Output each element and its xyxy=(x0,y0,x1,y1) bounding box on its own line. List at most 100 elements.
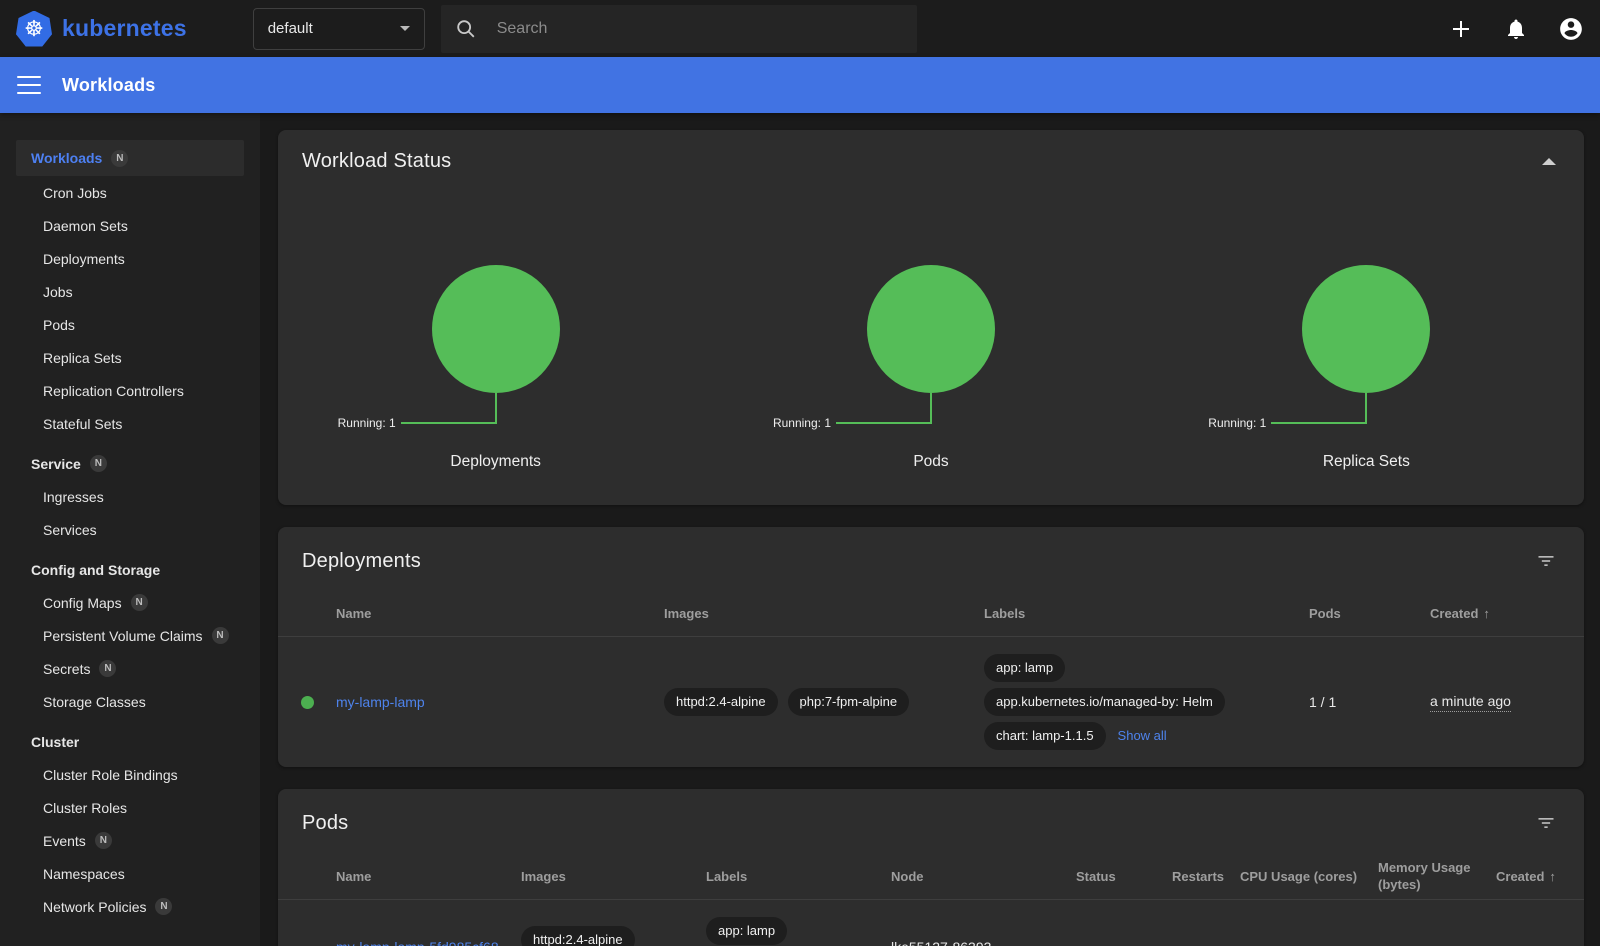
column-header-memory-usage[interactable]: Memory Usage (bytes) xyxy=(1378,853,1496,899)
column-header-labels[interactable]: Labels xyxy=(984,599,1309,628)
pie-running-slice[interactable] xyxy=(867,265,995,393)
filter-button[interactable] xyxy=(1532,809,1560,837)
pods-status-chart: Running: 1 Pods xyxy=(713,265,1148,471)
card-title: Workload Status xyxy=(302,150,451,173)
sidebar-item-replica-sets[interactable]: Replica Sets xyxy=(16,341,244,374)
notifications-button[interactable] xyxy=(1503,16,1529,42)
sidebar-item-cluster[interactable]: Cluster xyxy=(16,725,244,758)
plus-icon xyxy=(1449,17,1473,41)
sidebar-item-stateful-sets[interactable]: Stateful Sets xyxy=(16,407,244,440)
column-header-status[interactable]: Status xyxy=(1076,862,1172,891)
column-header-images[interactable]: Images xyxy=(664,599,984,628)
sidebar-item-cluster-roles[interactable]: Cluster Roles xyxy=(16,791,244,824)
sidebar-item-daemon-sets[interactable]: Daemon Sets xyxy=(16,209,244,242)
pie-running-slice[interactable] xyxy=(432,265,560,393)
deployments-card: Deployments Name Images Labels Pods Crea… xyxy=(278,527,1584,767)
new-badge: N xyxy=(111,150,128,167)
deployments-table-header: Name Images Labels Pods Created xyxy=(278,591,1584,637)
replica-sets-status-chart: Running: 1 Replica Sets xyxy=(1149,265,1584,471)
create-resource-button[interactable] xyxy=(1448,16,1474,42)
pods-count: 1 / 1 xyxy=(1309,694,1430,710)
sidebar-nav: Workloads N Cron Jobs Daemon Sets Deploy… xyxy=(0,113,260,946)
sidebar-item-storage-classes[interactable]: Storage Classes xyxy=(16,685,244,718)
status-ok-icon xyxy=(301,696,314,709)
pie-callout: Running: 1 xyxy=(1149,393,1584,427)
new-badge: N xyxy=(212,627,229,644)
column-header-name[interactable]: Name xyxy=(336,862,521,891)
main-content: Workload Status Running: 1 Deployments xyxy=(260,113,1600,946)
namespace-selected-value: default xyxy=(268,20,313,37)
pie-slice-label: Running: 1 xyxy=(773,416,831,430)
sidebar-item-network-policies[interactable]: Network Policies N xyxy=(16,890,244,923)
sidebar-item-deployments[interactable]: Deployments xyxy=(16,242,244,275)
search-input[interactable] xyxy=(497,20,903,38)
sidebar-item-replication-controllers[interactable]: Replication Controllers xyxy=(16,374,244,407)
sidebar-item-cron-jobs[interactable]: Cron Jobs xyxy=(16,176,244,209)
pie-slice-label: Running: 1 xyxy=(1208,416,1266,430)
sidebar-item-workloads[interactable]: Workloads N xyxy=(16,140,244,176)
column-header-node[interactable]: Node xyxy=(891,862,1076,891)
menu-button[interactable] xyxy=(17,76,41,94)
sidebar-item-service[interactable]: Service N xyxy=(16,447,244,480)
sidebar-item-cluster-role-bindings[interactable]: Cluster Role Bindings xyxy=(16,758,244,791)
sidebar-item-secrets[interactable]: Secrets N xyxy=(16,652,244,685)
image-chip: php:7-fpm-alpine xyxy=(788,688,910,716)
pie-slice-label: Running: 1 xyxy=(338,416,396,430)
new-badge: N xyxy=(155,898,172,915)
created-relative-time: a minute ago xyxy=(1430,693,1511,712)
sidebar-item-events[interactable]: Events N xyxy=(16,824,244,857)
column-header-labels[interactable]: Labels xyxy=(706,862,891,891)
card-title: Pods xyxy=(302,812,348,835)
show-all-labels-link[interactable]: Show all xyxy=(1118,728,1167,743)
deployment-name-link[interactable]: my-lamp-lamp xyxy=(336,693,425,712)
sidebar-item-namespaces[interactable]: Namespaces xyxy=(16,857,244,890)
sidebar-item-services[interactable]: Services xyxy=(16,513,244,546)
column-header-created-sorted-ascending[interactable]: Created xyxy=(1430,599,1584,628)
sidebar-item-jobs[interactable]: Jobs xyxy=(16,275,244,308)
new-badge: N xyxy=(95,832,112,849)
sidebar-item-ingresses[interactable]: Ingresses xyxy=(16,480,244,513)
account-button[interactable] xyxy=(1558,16,1584,42)
sidebar-item-config-maps[interactable]: Config Maps N xyxy=(16,586,244,619)
chart-title: Replica Sets xyxy=(1149,453,1584,471)
pie-callout: Running: 1 xyxy=(713,393,1148,427)
filter-icon xyxy=(1536,551,1556,571)
label-chip: chart: lamp-1.1.5 xyxy=(984,722,1106,750)
namespace-selector[interactable]: default xyxy=(253,8,425,50)
column-header-name[interactable]: Name xyxy=(336,599,664,628)
label-chip: app.kubernetes.io/managed-by: Helm xyxy=(984,688,1225,716)
search-bar[interactable] xyxy=(441,5,917,53)
column-header-restarts[interactable]: Restarts xyxy=(1172,862,1240,891)
chart-title: Deployments xyxy=(278,453,713,471)
column-header-created-sorted-ascending[interactable]: Created xyxy=(1496,862,1584,891)
node-name: lke55127-86393-622f8d09399a xyxy=(891,938,1076,946)
column-header-pods[interactable]: Pods xyxy=(1309,599,1430,628)
sidebar-item-pods[interactable]: Pods xyxy=(16,308,244,341)
pod-name-link[interactable]: my-lamp-lamp-5fd985cf68-jwvz4 xyxy=(336,938,511,946)
new-badge: N xyxy=(99,660,116,677)
page-app-bar: Workloads xyxy=(0,57,1600,113)
account-circle-icon xyxy=(1558,16,1584,42)
label-chip: app: lamp xyxy=(706,917,787,945)
top-app-bar: ☸ kubernetes default xyxy=(0,0,1600,57)
card-title: Deployments xyxy=(302,550,421,573)
filter-button[interactable] xyxy=(1532,547,1560,575)
chevron-down-icon xyxy=(400,26,410,31)
chart-title: Pods xyxy=(713,453,1148,471)
new-badge: N xyxy=(90,455,107,472)
label-chip: app: lamp xyxy=(984,654,1065,682)
pods-table-header: Name Images Labels Node Status Restarts … xyxy=(278,853,1584,900)
filter-icon xyxy=(1536,813,1556,833)
deployments-status-chart: Running: 1 Deployments xyxy=(278,265,713,471)
sidebar-item-config-and-storage[interactable]: Config and Storage xyxy=(16,553,244,586)
pie-running-slice[interactable] xyxy=(1302,265,1430,393)
image-chip: httpd:2.4-alpine xyxy=(664,688,778,716)
kubernetes-logo[interactable]: ☸ kubernetes xyxy=(16,11,187,47)
brand-name: kubernetes xyxy=(62,15,187,42)
pods-card: Pods Name Images Labels Node Status Rest… xyxy=(278,789,1584,946)
column-header-images[interactable]: Images xyxy=(521,862,706,891)
kubernetes-helm-icon: ☸ xyxy=(16,11,52,47)
collapse-card-button[interactable] xyxy=(1538,154,1560,169)
sidebar-item-persistent-volume-claims[interactable]: Persistent Volume Claims N xyxy=(16,619,244,652)
column-header-cpu-usage[interactable]: CPU Usage (cores) xyxy=(1240,862,1378,891)
